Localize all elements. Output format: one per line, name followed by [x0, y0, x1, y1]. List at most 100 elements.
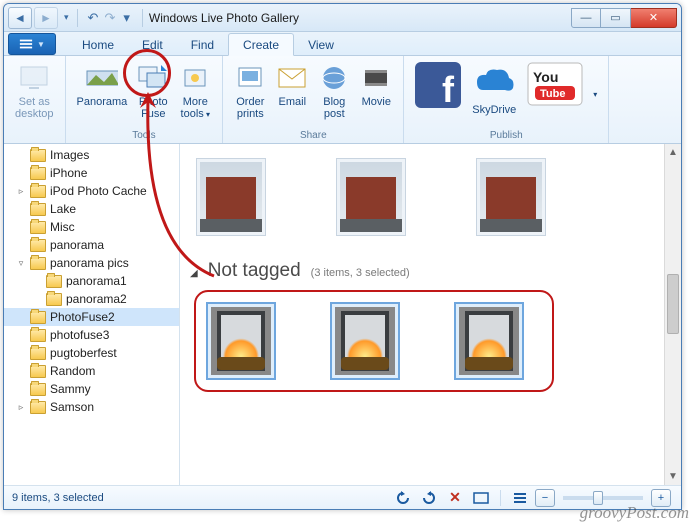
folder-icon	[30, 311, 46, 324]
tree-item-label: panorama1	[66, 274, 127, 288]
more-tools-button[interactable]: Moretools ▾	[174, 58, 216, 129]
youtube-icon: YouTube	[527, 62, 583, 106]
group-label-tools: Tools	[72, 129, 217, 143]
tree-item-label: Random	[50, 364, 95, 378]
email-button[interactable]: Email	[271, 58, 313, 129]
scroll-up-icon[interactable]: ▲	[665, 144, 681, 161]
tree-item[interactable]: panorama2	[4, 290, 179, 308]
delete-button[interactable]: ✕	[444, 489, 466, 507]
details-view-button[interactable]	[509, 489, 531, 507]
tree-item[interactable]: Images	[4, 146, 179, 164]
close-button[interactable]: ✕	[631, 8, 677, 28]
qat-redo-icon[interactable]: ↷	[104, 10, 115, 26]
publish-more-button[interactable]: ▾	[588, 58, 602, 129]
folder-icon	[30, 239, 46, 252]
youtube-button[interactable]: YouTube	[522, 58, 588, 129]
tree-item-label: panorama pics	[50, 256, 129, 270]
facebook-button[interactable]: f	[410, 58, 466, 129]
maximize-button[interactable]: ▭	[601, 8, 631, 28]
tree-item-label: pugtoberfest	[50, 346, 117, 360]
svg-text:Tube: Tube	[540, 88, 565, 100]
folder-icon	[46, 275, 62, 288]
folder-icon	[30, 365, 46, 378]
tree-item-label: Misc	[50, 220, 75, 234]
ribbon-body: Set asdesktop Panorama PhotoFuse Moretoo…	[4, 56, 681, 144]
tree-item[interactable]: photofuse3	[4, 326, 179, 344]
blog-post-icon	[318, 62, 350, 94]
file-menu-button[interactable]: ▼	[8, 33, 56, 55]
svg-text:f: f	[442, 69, 455, 108]
folder-icon	[30, 383, 46, 396]
movie-button[interactable]: Movie	[355, 58, 397, 129]
tree-item[interactable]: panorama	[4, 236, 179, 254]
tree-item-label: Sammy	[50, 382, 91, 396]
group-label-share: Share	[229, 129, 397, 143]
photo-thumb-selected[interactable]	[330, 302, 400, 380]
tree-item-label: Samson	[50, 400, 94, 414]
tree-item[interactable]: Sammy	[4, 380, 179, 398]
tree-item[interactable]: panorama1	[4, 272, 179, 290]
status-text: 9 items, 3 selected	[12, 492, 104, 504]
titlebar: ◄ ► ▾ ↶ ↷ ▾ Windows Live Photo Gallery —…	[4, 4, 681, 32]
tab-edit[interactable]: Edit	[128, 34, 177, 55]
tree-item[interactable]: ▿panorama pics	[4, 254, 179, 272]
tree-item-label: panorama2	[66, 292, 127, 306]
tree-item[interactable]: ▹Samson	[4, 398, 179, 416]
folder-icon	[30, 257, 46, 270]
order-prints-button[interactable]: Orderprints	[229, 58, 271, 129]
tree-item-label: iPhone	[50, 166, 87, 180]
panorama-button[interactable]: Panorama	[72, 58, 133, 129]
folder-icon	[30, 149, 46, 162]
zoom-out-button[interactable]: −	[535, 489, 555, 507]
order-prints-icon	[234, 62, 266, 94]
rotate-right-button[interactable]	[418, 489, 440, 507]
nav-forward-button[interactable]: ►	[34, 7, 58, 29]
set-as-desktop-button[interactable]: Set asdesktop	[10, 58, 59, 129]
tree-item[interactable]: Misc	[4, 218, 179, 236]
qat-undo-icon[interactable]: ↶	[88, 10, 99, 26]
scroll-thumb[interactable]	[667, 274, 679, 334]
tree-item[interactable]: Random	[4, 362, 179, 380]
group-header[interactable]: ◢ Not tagged (3 items, 3 selected)	[190, 260, 671, 282]
panorama-icon	[86, 62, 118, 94]
tree-item[interactable]: ▹iPod Photo Cache	[4, 182, 179, 200]
body: Images iPhone ▹iPod Photo Cache Lake Misc pan…	[4, 144, 681, 485]
nav-history-drop[interactable]: ▾	[64, 12, 69, 23]
photo-thumb-selected[interactable]	[454, 302, 524, 380]
folder-icon	[30, 347, 46, 360]
scroll-down-icon[interactable]: ▼	[665, 468, 681, 485]
preview-button[interactable]	[470, 489, 492, 507]
nav-back-button[interactable]: ◄	[8, 7, 32, 29]
tree-item-label: Lake	[50, 202, 76, 216]
tab-home[interactable]: Home	[68, 34, 128, 55]
photo-thumb[interactable]	[336, 158, 406, 236]
content-scrollbar[interactable]: ▲ ▼	[664, 144, 681, 485]
tab-view[interactable]: View	[294, 34, 348, 55]
photo-fuse-button[interactable]: PhotoFuse	[132, 58, 174, 129]
folder-tree[interactable]: Images iPhone ▹iPod Photo Cache Lake Misc pan…	[4, 144, 180, 485]
skydrive-button[interactable]: SkyDrive	[466, 58, 522, 129]
tree-item[interactable]: iPhone	[4, 164, 179, 182]
folder-icon	[30, 167, 46, 180]
photo-thumb[interactable]	[476, 158, 546, 236]
tree-item[interactable]: PhotoFuse2	[4, 308, 179, 326]
tab-find[interactable]: Find	[177, 34, 228, 55]
tree-item-label: panorama	[50, 238, 104, 252]
folder-icon	[46, 293, 62, 306]
rotate-left-button[interactable]	[392, 489, 414, 507]
tree-item[interactable]: pugtoberfest	[4, 344, 179, 362]
minimize-button[interactable]: —	[571, 8, 601, 28]
qat-customize-drop[interactable]: ▾	[123, 10, 130, 26]
folder-icon	[30, 401, 46, 414]
photo-thumb-selected[interactable]	[206, 302, 276, 380]
photo-thumb[interactable]	[196, 158, 266, 236]
ribbon-tabs: ▼ Home Edit Find Create View	[4, 32, 681, 56]
zoom-slider[interactable]	[563, 496, 643, 500]
blog-post-button[interactable]: Blogpost	[313, 58, 355, 129]
collapse-icon[interactable]: ◢	[190, 268, 198, 279]
watermark: groovyPost.com	[580, 503, 689, 523]
tab-create[interactable]: Create	[228, 33, 294, 56]
content-pane[interactable]: ◢ Not tagged (3 items, 3 selected) ▲ ▼	[180, 144, 681, 485]
tree-item[interactable]: Lake	[4, 200, 179, 218]
folder-icon	[30, 221, 46, 234]
